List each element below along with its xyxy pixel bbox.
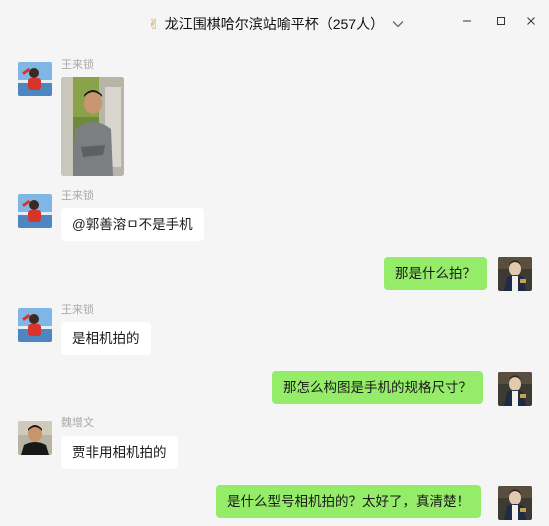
avatar[interactable] [498,372,532,406]
avatar[interactable] [498,486,532,520]
close-icon [527,17,535,25]
maximize-button[interactable] [492,12,510,30]
member-count: （257人） [318,16,385,32]
message-bubble[interactable]: 是什么型号相机拍的？太好了，真清楚！ [216,485,481,518]
chat-title-button[interactable]: ✌ 龙江围棋哈尔滨站喻平杯 （257人） [148,14,406,34]
avatar[interactable] [18,308,52,342]
minimize-icon [463,20,471,22]
message-bubble[interactable]: @郭善溶ㅁ不是手机 [61,208,204,241]
maximize-icon [497,17,505,25]
sender-name: 王来锁 [61,190,94,202]
avatar[interactable] [498,257,532,291]
message-bubble[interactable]: 那怎么构图是手机的规格尺寸？ [272,371,483,404]
title-bar: ✌ 龙江围棋哈尔滨站喻平杯 （257人） [0,0,549,46]
chat-title: 龙江围棋哈尔滨站喻平杯 [164,16,319,32]
chevron-down-icon[interactable] [390,16,406,32]
sender-name: 王来锁 [61,304,94,316]
avatar[interactable] [18,194,52,228]
message-bubble[interactable]: 是相机拍的 [61,322,151,355]
avatar[interactable] [18,62,52,96]
victory-hand-icon: ✌ [148,16,160,32]
close-button[interactable] [522,12,540,30]
message-bubble[interactable]: 贾非用相机拍的 [61,436,178,469]
sender-name: 魏增文 [61,417,94,429]
sender-name: 王来锁 [61,59,94,71]
shared-photo[interactable] [61,77,124,176]
minimize-button[interactable] [458,12,476,30]
message-bubble[interactable]: 那是什么拍？ [384,257,487,290]
avatar[interactable] [18,421,52,455]
